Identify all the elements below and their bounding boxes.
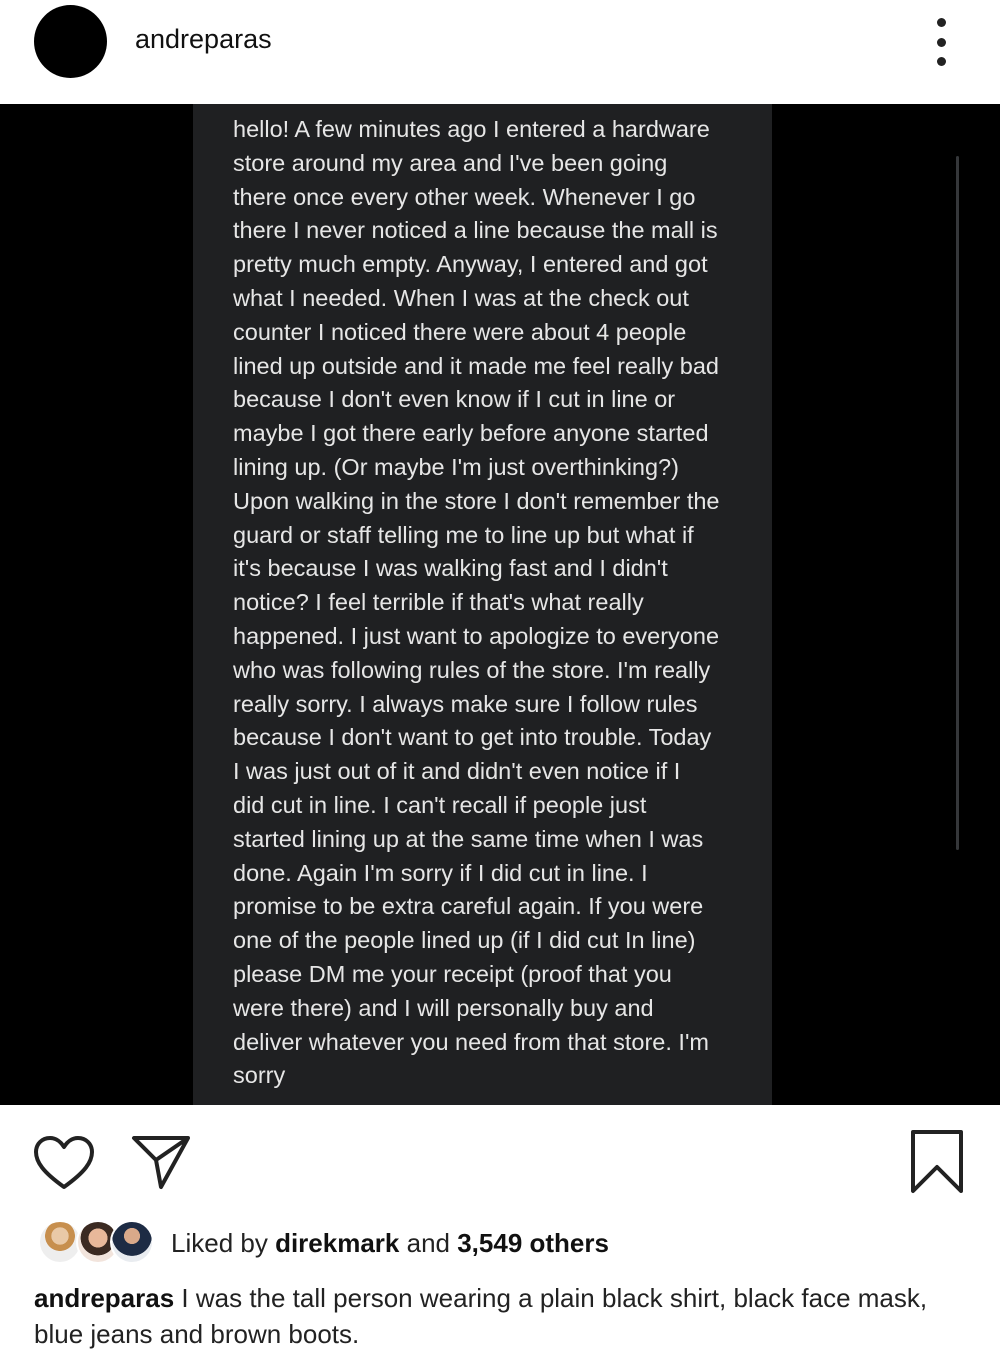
likes-count-link[interactable]: 3,549 others — [457, 1228, 609, 1258]
avatar[interactable] — [34, 5, 107, 78]
bookmark-icon[interactable] — [908, 1129, 966, 1195]
post-username[interactable]: andreparas — [135, 24, 272, 55]
post-actions — [0, 1105, 1000, 1205]
post-image[interactable]: hello! A few minutes ago I entered a har… — [0, 104, 1000, 1105]
likes-prefix: Liked by — [171, 1228, 276, 1258]
post-caption: andreparas I was the tall person wearing… — [34, 1280, 964, 1352]
note-text: hello! A few minutes ago I entered a har… — [233, 116, 720, 1089]
more-vertical-icon[interactable] — [924, 18, 958, 66]
post-header: andreparas — [0, 0, 1000, 104]
liker-avatar — [110, 1220, 154, 1264]
caption-username[interactable]: andreparas — [34, 1283, 174, 1313]
likes-text[interactable]: Liked by direkmark and 3,549 others — [171, 1228, 609, 1259]
likes-middle: and — [399, 1228, 458, 1258]
send-icon[interactable] — [130, 1133, 192, 1191]
note-scrollbar — [956, 156, 959, 850]
likes-row[interactable]: Liked by direkmark and 3,549 others — [0, 1220, 1000, 1270]
first-liker-link[interactable]: direkmark — [275, 1228, 399, 1258]
notes-screenshot: hello! A few minutes ago I entered a har… — [193, 104, 959, 1105]
heart-icon[interactable] — [33, 1135, 95, 1191]
